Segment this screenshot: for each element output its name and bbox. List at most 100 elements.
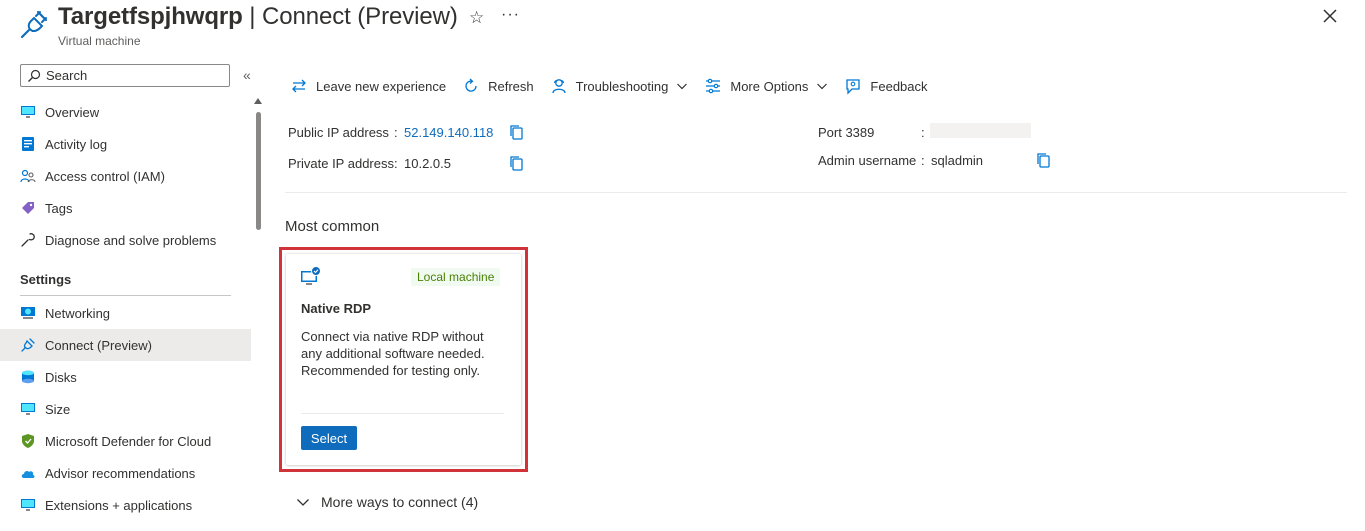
feedback-icon (846, 79, 861, 95)
refresh-icon (465, 78, 477, 92)
more-options-button[interactable]: More Options (704, 77, 828, 95)
title-suffix: | Connect (Preview) (242, 3, 458, 30)
feedback-button[interactable]: Feedback (844, 77, 928, 95)
copy-icon[interactable] (508, 155, 524, 171)
native-rdp-card[interactable]: Local machine Native RDP Connect via nat… (286, 254, 521, 465)
refresh-label: Refresh (488, 78, 534, 94)
page-header: Targetfspjhwqrp | Connect (Preview) Virt… (0, 0, 1365, 56)
sidebar-item-advisor[interactable]: Advisor recommendations (0, 457, 251, 489)
refresh-button[interactable]: Refresh (462, 77, 534, 95)
chevron-down-icon (817, 83, 828, 90)
admin-username-separator: : (921, 153, 925, 168)
public-ip-separator: : (394, 125, 398, 140)
port-label: Port 3389 (818, 125, 875, 140)
section-divider (285, 192, 1347, 193)
sidebar-item-overview[interactable]: Overview (0, 96, 251, 128)
troubleshooting-button[interactable]: Troubleshooting (550, 77, 689, 95)
sidebar-item-disks[interactable]: Disks (0, 361, 251, 393)
extensions-icon (21, 499, 35, 511)
monitor-icon (21, 403, 35, 415)
wrench-icon (21, 233, 35, 247)
sidebar-item-connect[interactable]: Connect (Preview) (0, 329, 251, 361)
most-common-heading: Most common (285, 218, 380, 235)
plug-connect-icon (20, 10, 48, 39)
swap-arrows-icon (292, 79, 306, 93)
port-separator: : (921, 125, 925, 140)
sidebar-item-extensions[interactable]: Extensions + applications (0, 489, 251, 521)
select-button[interactable]: Select (301, 426, 357, 450)
scroll-thumb[interactable] (256, 112, 261, 230)
private-ip-label: Private IP address (288, 156, 394, 171)
sidebar-item-label: Size (45, 401, 71, 417)
public-ip-label: Public IP address (288, 125, 389, 140)
sidebar-item-label: Networking (45, 305, 111, 321)
sidebar-item-label: Tags (45, 200, 73, 216)
more-actions-button[interactable]: ··· (501, 6, 520, 24)
public-ip-value[interactable]: 52.149.140.118 (404, 125, 493, 140)
plug-icon (21, 338, 35, 352)
disks-icon (22, 370, 34, 384)
collapse-sidebar-button[interactable]: « (243, 67, 251, 83)
section-divider (20, 295, 231, 296)
sidebar-scrollbar[interactable] (254, 96, 262, 531)
card-title: Native RDP (301, 301, 372, 316)
shield-icon (22, 434, 34, 448)
rdp-monitor-icon (301, 266, 321, 285)
network-icon (21, 307, 35, 319)
more-options-label: More Options (730, 78, 809, 94)
sidebar-item-label: Connect (Preview) (45, 337, 152, 353)
command-bar: Leave new experience Refresh Troubleshoo… (290, 74, 944, 98)
admin-username-value: sqladmin (931, 153, 984, 168)
more-ways-to-connect-toggle[interactable]: More ways to connect (4) (296, 494, 478, 510)
local-machine-badge: Local machine (411, 268, 501, 286)
private-ip-value: 10.2.0.5 (404, 156, 451, 171)
admin-username-label: Admin username (818, 153, 917, 168)
port-value-redacted (930, 123, 1031, 138)
cloud-icon (21, 470, 35, 478)
person-support-icon (551, 79, 566, 94)
leave-new-experience-button[interactable]: Leave new experience (290, 77, 446, 95)
leave-new-experience-label: Leave new experience (316, 78, 447, 94)
scroll-up-arrow-icon[interactable] (254, 98, 262, 104)
more-ways-label: More ways to connect (4) (321, 494, 479, 510)
close-icon[interactable] (1320, 6, 1340, 26)
feedback-label: Feedback (870, 78, 928, 94)
sidebar: « Overview Activity log Access control (… (0, 56, 265, 531)
section-title-settings: Settings (20, 272, 72, 287)
people-icon (20, 169, 36, 183)
search-box[interactable] (20, 64, 230, 87)
sidebar-item-activity-log[interactable]: Activity log (0, 128, 251, 160)
card-description: Connect via native RDP without any addit… (301, 329, 485, 378)
sidebar-item-tags[interactable]: Tags (0, 192, 251, 224)
resource-type: Virtual machine (58, 34, 141, 48)
settings-sliders-icon (706, 78, 721, 94)
resource-name: Targetfspjhwqrp (58, 3, 243, 30)
search-icon (28, 69, 41, 82)
sidebar-item-label: Overview (45, 104, 100, 120)
troubleshooting-label: Troubleshooting (575, 78, 669, 94)
sidebar-item-label: Diagnose and solve problems (45, 232, 217, 248)
sidebar-item-diagnose[interactable]: Diagnose and solve problems (0, 224, 251, 256)
copy-icon[interactable] (1035, 152, 1051, 168)
sidebar-item-label: Microsoft Defender for Cloud (45, 433, 212, 449)
sidebar-item-label: Access control (IAM) (45, 168, 165, 184)
search-input[interactable] (46, 68, 216, 83)
sidebar-item-size[interactable]: Size (0, 393, 251, 425)
sidebar-item-access-control[interactable]: Access control (IAM) (0, 160, 251, 192)
tag-icon (22, 202, 34, 214)
monitor-icon (21, 106, 35, 118)
sidebar-item-label: Activity log (45, 136, 108, 152)
star-icon[interactable]: ☆ (469, 8, 484, 28)
sidebar-item-label: Disks (45, 369, 77, 385)
activity-log-icon (22, 137, 34, 151)
chevron-down-icon (297, 499, 309, 506)
sidebar-item-defender[interactable]: Microsoft Defender for Cloud (0, 425, 251, 457)
sidebar-item-label: Advisor recommendations (45, 465, 196, 481)
private-ip-separator: : (394, 156, 398, 171)
card-divider (301, 413, 504, 414)
page-title: Targetfspjhwqrp | Connect (Preview) (58, 3, 458, 31)
chevron-down-icon (677, 83, 688, 90)
sidebar-item-label: Extensions + applications (45, 497, 193, 513)
copy-icon[interactable] (508, 124, 524, 140)
sidebar-item-networking[interactable]: Networking (0, 297, 251, 329)
